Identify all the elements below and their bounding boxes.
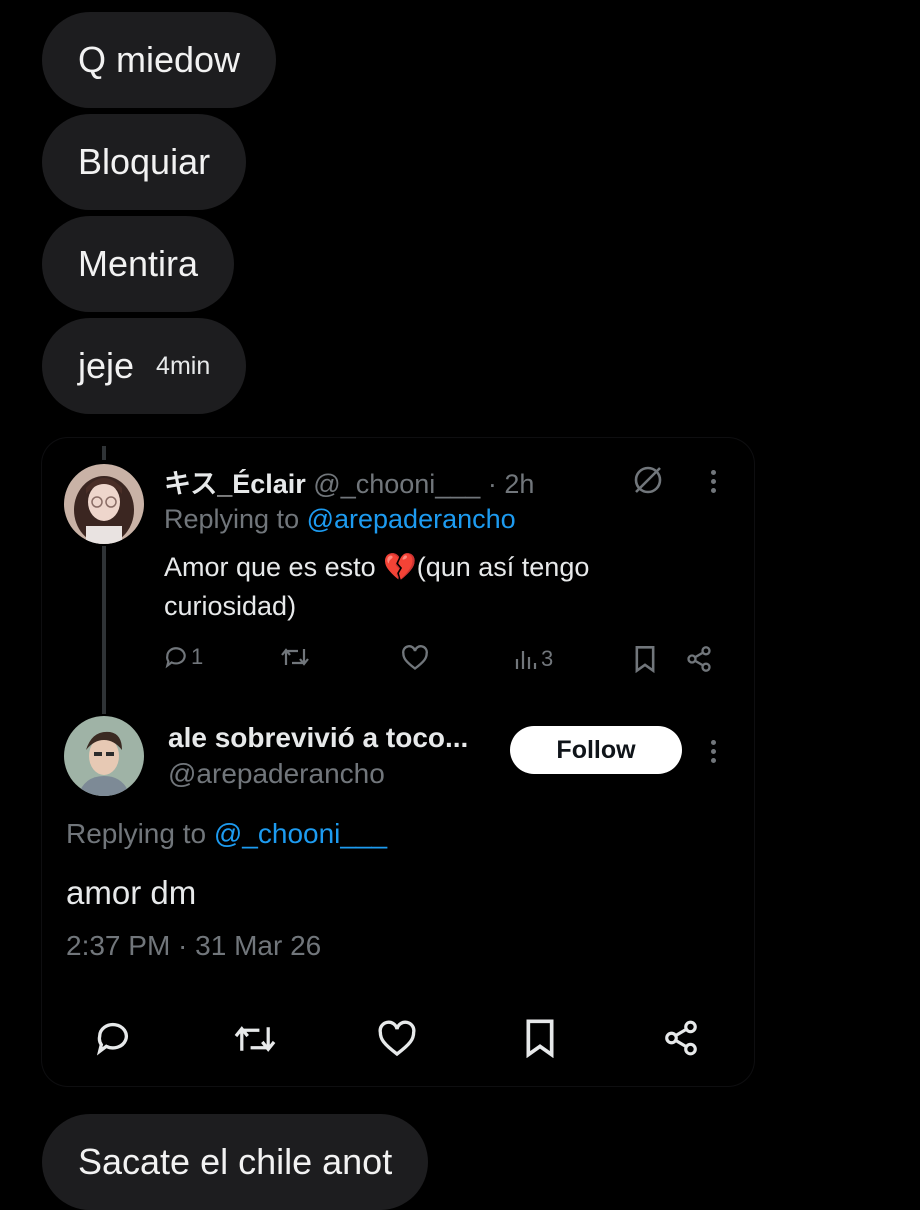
tweet-text: amor dm [66, 874, 197, 911]
message-bubble[interactable]: Sacate el chile anot [42, 1114, 429, 1210]
grok-icon[interactable] [632, 464, 664, 501]
retweet-icon [281, 648, 309, 666]
views-icon [515, 651, 537, 669]
reply-button[interactable]: 1 [163, 644, 203, 670]
heart-icon [378, 1020, 416, 1057]
retweet-button[interactable] [280, 644, 310, 670]
tweet-header: キス_Éclair @_chooni___ · 2h [164, 462, 584, 501]
message-bubble[interactable]: jeje 4min [42, 318, 247, 414]
reply-icon [96, 1022, 128, 1056]
share-icon [665, 1020, 697, 1056]
display-name[interactable]: ale sobrevivió a toco... [168, 722, 468, 754]
views-count: 3 [541, 646, 554, 671]
reply-count: 1 [191, 644, 204, 669]
display-name[interactable]: キス_Éclair [164, 469, 306, 499]
message-time: 4min [156, 351, 211, 380]
tweet-text: Amor que es esto 💔(qun así tengo curiosi… [164, 552, 590, 621]
avatar[interactable] [64, 716, 144, 796]
share-button[interactable] [685, 645, 713, 673]
more-options-icon[interactable] [711, 470, 717, 497]
bookmark-icon [635, 646, 655, 673]
replying-to: Replying to @arepaderancho [164, 504, 516, 535]
message-bubble[interactable]: Bloquiar [42, 114, 247, 210]
message-text: Bloquiar [78, 141, 211, 182]
like-button[interactable] [401, 645, 429, 671]
avatar[interactable] [64, 464, 144, 544]
bookmark-icon [526, 1019, 554, 1058]
tweet-time: · 2h [487, 469, 535, 499]
handle[interactable]: @_chooni___ [313, 469, 480, 499]
message-text: Q miedow [78, 39, 241, 80]
more-options-icon[interactable] [711, 740, 717, 767]
like-button[interactable] [377, 1020, 417, 1058]
handle[interactable]: @arepaderancho [168, 758, 385, 790]
message-text: Sacate el chile anot [78, 1141, 393, 1182]
thread-line [102, 446, 106, 460]
share-button[interactable] [662, 1018, 700, 1058]
views-button[interactable]: 3 [514, 646, 553, 672]
message-bubble[interactable]: Q miedow [42, 12, 277, 108]
message-text: Mentira [78, 243, 199, 284]
reply-button[interactable] [93, 1018, 133, 1058]
reply-icon [165, 647, 186, 669]
message-bubble[interactable]: Mentira [42, 216, 235, 312]
message-text: jeje [78, 345, 135, 386]
retweet-button[interactable] [233, 1020, 277, 1058]
bookmark-button[interactable] [523, 1018, 557, 1058]
follow-button[interactable]: Follow [510, 726, 682, 774]
replying-to-link[interactable]: @arepaderancho [307, 504, 516, 534]
share-icon [687, 646, 711, 672]
replying-prefix: Replying to [164, 504, 307, 534]
replying-prefix: Replying to [66, 818, 214, 849]
heart-icon [402, 645, 428, 670]
retweet-icon [234, 1026, 276, 1052]
replying-to-link[interactable]: @_chooni___ [214, 818, 387, 849]
thread-line [102, 546, 106, 714]
replying-to: Replying to @_chooni___ [66, 818, 387, 850]
tweet-timestamp[interactable]: 2:37 PM · 31 Mar 26 [66, 930, 321, 962]
bookmark-button[interactable] [633, 645, 657, 673]
